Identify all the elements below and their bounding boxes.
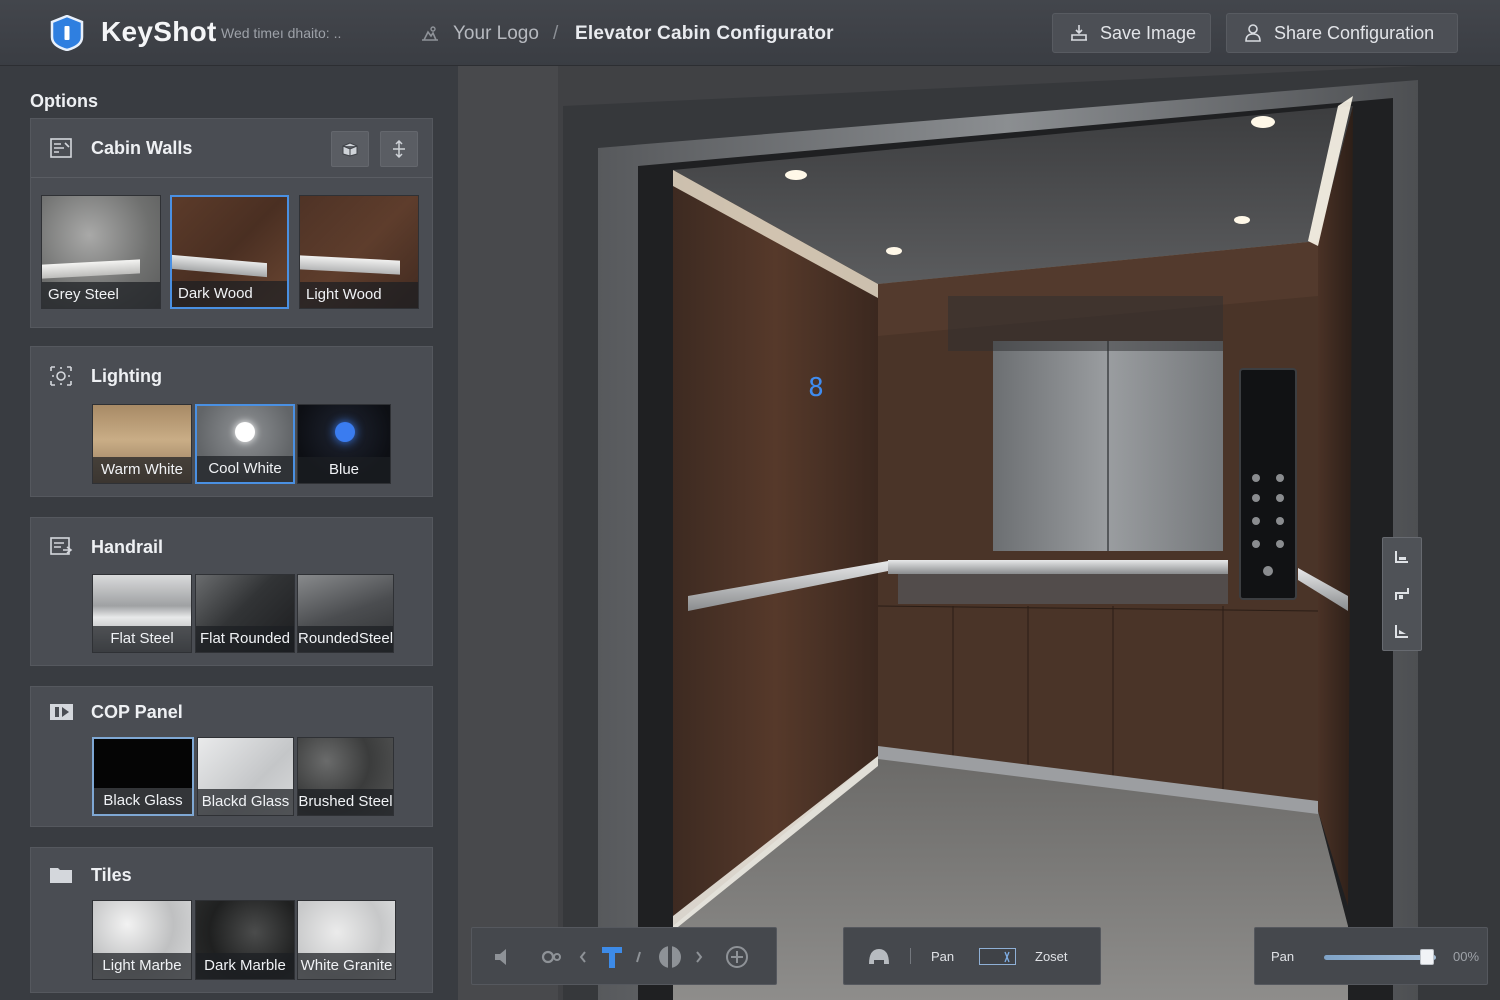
option-label: Flat Steel [93,626,191,652]
save-image-button[interactable]: Save Image [1052,13,1211,53]
options-title: Options [30,91,98,111]
section-title: COP Panel [91,702,183,722]
zoom-label[interactable]: Zoset [1035,949,1068,964]
option-blackd-glass[interactable]: Blackd Glass [197,737,294,816]
section-header[interactable]: Handrail [31,518,432,576]
handrail-icon [50,537,73,555]
camera-view-3-button[interactable] [1383,612,1421,649]
option-label: White Granite [298,953,395,979]
share-configuration-label: Share Configuration [1274,22,1435,43]
playback-toolbar [471,927,777,985]
app-brand: KeyShot [101,16,217,47]
camera-toolbar: Pan Zoset [843,927,1101,985]
cop-panel-icon [50,704,73,720]
option-light-marble[interactable]: Light Marbe [92,900,192,980]
right-pan-label: Pan [1271,949,1295,964]
option-label: Dark Marble [196,953,294,979]
option-flat-steel[interactable]: Flat Steel [92,574,192,653]
option-rounded-steel[interactable]: RoundedSteel [297,574,394,653]
move-icon [393,140,405,158]
section-tiles: Tiles Light Marbe Dark Marble White Gran… [30,847,433,993]
orbit-icon[interactable] [539,947,565,967]
section-header[interactable]: Tiles [31,848,432,906]
option-label: Light Wood [300,282,418,308]
top-bar: KeyShot Wed timeı dhaito: .. Your Logo /… [0,0,1500,66]
floor-display: 8 [808,373,824,403]
zoom-field[interactable] [979,948,1016,965]
options-sidebar: Options Cabin Walls Grey Steel Dark Wood… [0,66,458,1000]
breadcrumb-logo[interactable]: Your Logo [453,23,539,45]
box-icon [342,142,358,157]
render-viewport[interactable]: 8 [458,66,1500,1000]
dome-icon[interactable] [866,944,892,970]
option-label: RoundedSteel [298,626,393,652]
section-lighting: Lighting Warm White Cool White Blue [30,346,433,497]
section-title: Handrail [91,537,164,557]
chevron-right-icon[interactable] [694,950,704,964]
option-label: Cool White [197,456,293,482]
camera-tools [1382,537,1422,651]
user-icon [1245,24,1261,42]
chevron-left-icon[interactable] [578,950,588,964]
option-light-wood[interactable]: Light Wood [299,195,419,309]
option-label: Warm White [93,457,191,483]
camera-view-3-icon [1395,624,1408,638]
app-subtitle: Wed timeı dhaito: .. [221,25,342,41]
zoom-slider-handle[interactable] [1420,949,1435,965]
camera-view-1-icon [1395,550,1408,563]
option-label: Dark Wood [172,281,287,307]
option-label: Flat Rounded [196,626,294,652]
option-label: Black Glass [94,788,192,814]
section-title: Cabin Walls [91,138,193,158]
pan-label[interactable]: Pan [931,949,954,964]
cursor-icon [1004,951,1010,963]
half-circle-icon[interactable] [657,944,683,970]
option-label: Grey Steel [42,282,160,308]
option-label: Light Marbe [93,953,191,979]
volume-icon[interactable] [492,947,516,967]
save-image-label: Save Image [1100,22,1197,43]
option-label: Brushed Steel [298,789,393,815]
option-cool-white[interactable]: Cool White [195,404,295,484]
elevator-cabin-render [458,66,1500,1000]
camera-view-1-button[interactable] [1383,538,1421,575]
section-cop-panel: COP Panel Black Glass Blackd Glass Brush… [30,686,433,827]
camera-view-2-button[interactable] [1383,575,1421,612]
move-button[interactable] [380,131,418,167]
breadcrumb-separator: / [553,23,559,44]
zoom-toolbar: Pan 00% [1254,927,1488,985]
material-preview-button[interactable] [331,131,369,167]
save-image-icon [1071,25,1087,41]
section-handrail: Handrail Flat Steel Flat Rounded Rounded… [30,517,433,666]
option-dark-marble[interactable]: Dark Marble [195,900,295,980]
section-title: Tiles [91,865,132,885]
option-flat-rounded[interactable]: Flat Rounded [195,574,295,653]
walls-icon [50,138,72,158]
toolbar-divider [910,948,911,964]
keyshot-logo-icon [50,15,84,51]
option-warm-white[interactable]: Warm White [92,404,192,484]
section-cabin-walls: Cabin Walls Grey Steel Dark Wood Light W [30,118,433,328]
option-blue[interactable]: Blue [297,404,391,484]
lighting-icon [50,366,72,386]
add-circle-icon[interactable] [724,944,750,970]
logo-placeholder-icon [422,26,438,41]
option-label: Blackd Glass [198,789,293,815]
option-dark-wood[interactable]: Dark Wood [170,195,289,309]
option-white-granite[interactable]: White Granite [297,900,396,980]
section-title: Lighting [91,366,162,386]
camera-view-2-icon [1395,587,1409,600]
section-header[interactable]: Cabin Walls [31,119,432,177]
folder-icon [50,868,72,883]
option-brushed-steel[interactable]: Brushed Steel [297,737,394,816]
zoom-value: 00% [1453,949,1480,964]
section-header[interactable]: Lighting [31,347,432,405]
pin-tool-icon[interactable] [598,943,626,971]
option-black-glass[interactable]: Black Glass [92,737,194,816]
option-grey-steel[interactable]: Grey Steel [41,195,161,309]
option-label: Blue [298,457,390,483]
divider-icon [636,951,641,963]
share-configuration-button[interactable]: Share Configuration [1226,13,1458,53]
page-title: Elevator Cabin Configurator [575,23,834,44]
